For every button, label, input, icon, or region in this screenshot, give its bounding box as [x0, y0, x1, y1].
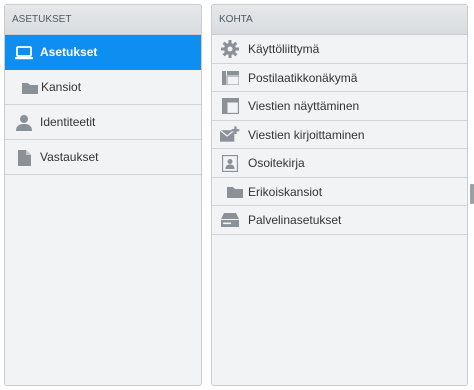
section-item-kansiot[interactable]: Kansiot	[5, 70, 201, 105]
setting-item-label: Viestien kirjoittaminen	[248, 127, 365, 142]
window-icon	[220, 92, 240, 120]
setting-item-postilaatikkonakyma[interactable]: Postilaatikkonäkymä	[212, 64, 467, 92]
setting-item-label: Erikoiskansiot	[248, 184, 323, 199]
setting-item-viestien-kirjoittaminen[interactable]: Viestien kirjoittaminen	[212, 121, 467, 149]
layout-icon	[220, 64, 240, 92]
laptop-icon	[13, 35, 35, 70]
section-item-label: Asetukset	[40, 45, 98, 59]
splitter-handle[interactable]	[470, 184, 474, 204]
left-panel-header: ASETUKSET	[5, 5, 201, 35]
contact-card-icon	[220, 149, 240, 177]
setting-item-label: Postilaatikkonäkymä	[248, 70, 358, 85]
setting-item-label: Käyttöliittymä	[248, 42, 320, 56]
section-item-label: Vastaukset	[40, 150, 99, 164]
setting-item-viestien-nayttaminen[interactable]: Viestien näyttäminen	[212, 92, 467, 121]
section-item-identiteetit[interactable]: Identiteetit	[5, 105, 201, 140]
right-panel-header: KOHTA	[212, 5, 467, 35]
setting-item-osoitekirja[interactable]: Osoitekirja	[212, 149, 467, 178]
folder-icon	[19, 70, 41, 105]
settings-sections-panel: ASETUKSET Asetukset Kansiot Identiteetit…	[4, 4, 202, 386]
setting-item-label: Viestien näyttäminen	[248, 99, 360, 113]
document-icon	[13, 140, 35, 175]
settings-items-list: Käyttöliittymä Postilaatikkonäkymä Viest…	[212, 35, 467, 235]
person-icon	[13, 105, 35, 140]
settings-sections-list: Asetukset Kansiot Identiteetit Vastaukse…	[5, 35, 201, 175]
section-item-label: Kansiot	[41, 80, 82, 94]
setting-item-palvelinasetukset[interactable]: Palvelinasetukset	[212, 206, 467, 235]
gear-icon	[220, 35, 240, 63]
settings-items-panel: KOHTA Käyttöliittymä Postilaatikkonäkymä…	[211, 4, 468, 386]
section-item-asetukset[interactable]: Asetukset	[5, 35, 201, 70]
setting-item-erikoiskansiot[interactable]: Erikoiskansiot	[212, 178, 467, 206]
compose-icon	[220, 121, 240, 149]
folder-icon	[225, 178, 245, 206]
setting-item-label: Osoitekirja	[248, 156, 305, 170]
setting-item-kayttoliittyma[interactable]: Käyttöliittymä	[212, 35, 467, 64]
section-item-vastaukset[interactable]: Vastaukset	[5, 140, 201, 175]
server-icon	[220, 206, 240, 234]
setting-item-label: Palvelinasetukset	[248, 213, 342, 227]
section-item-label: Identiteetit	[40, 115, 96, 129]
